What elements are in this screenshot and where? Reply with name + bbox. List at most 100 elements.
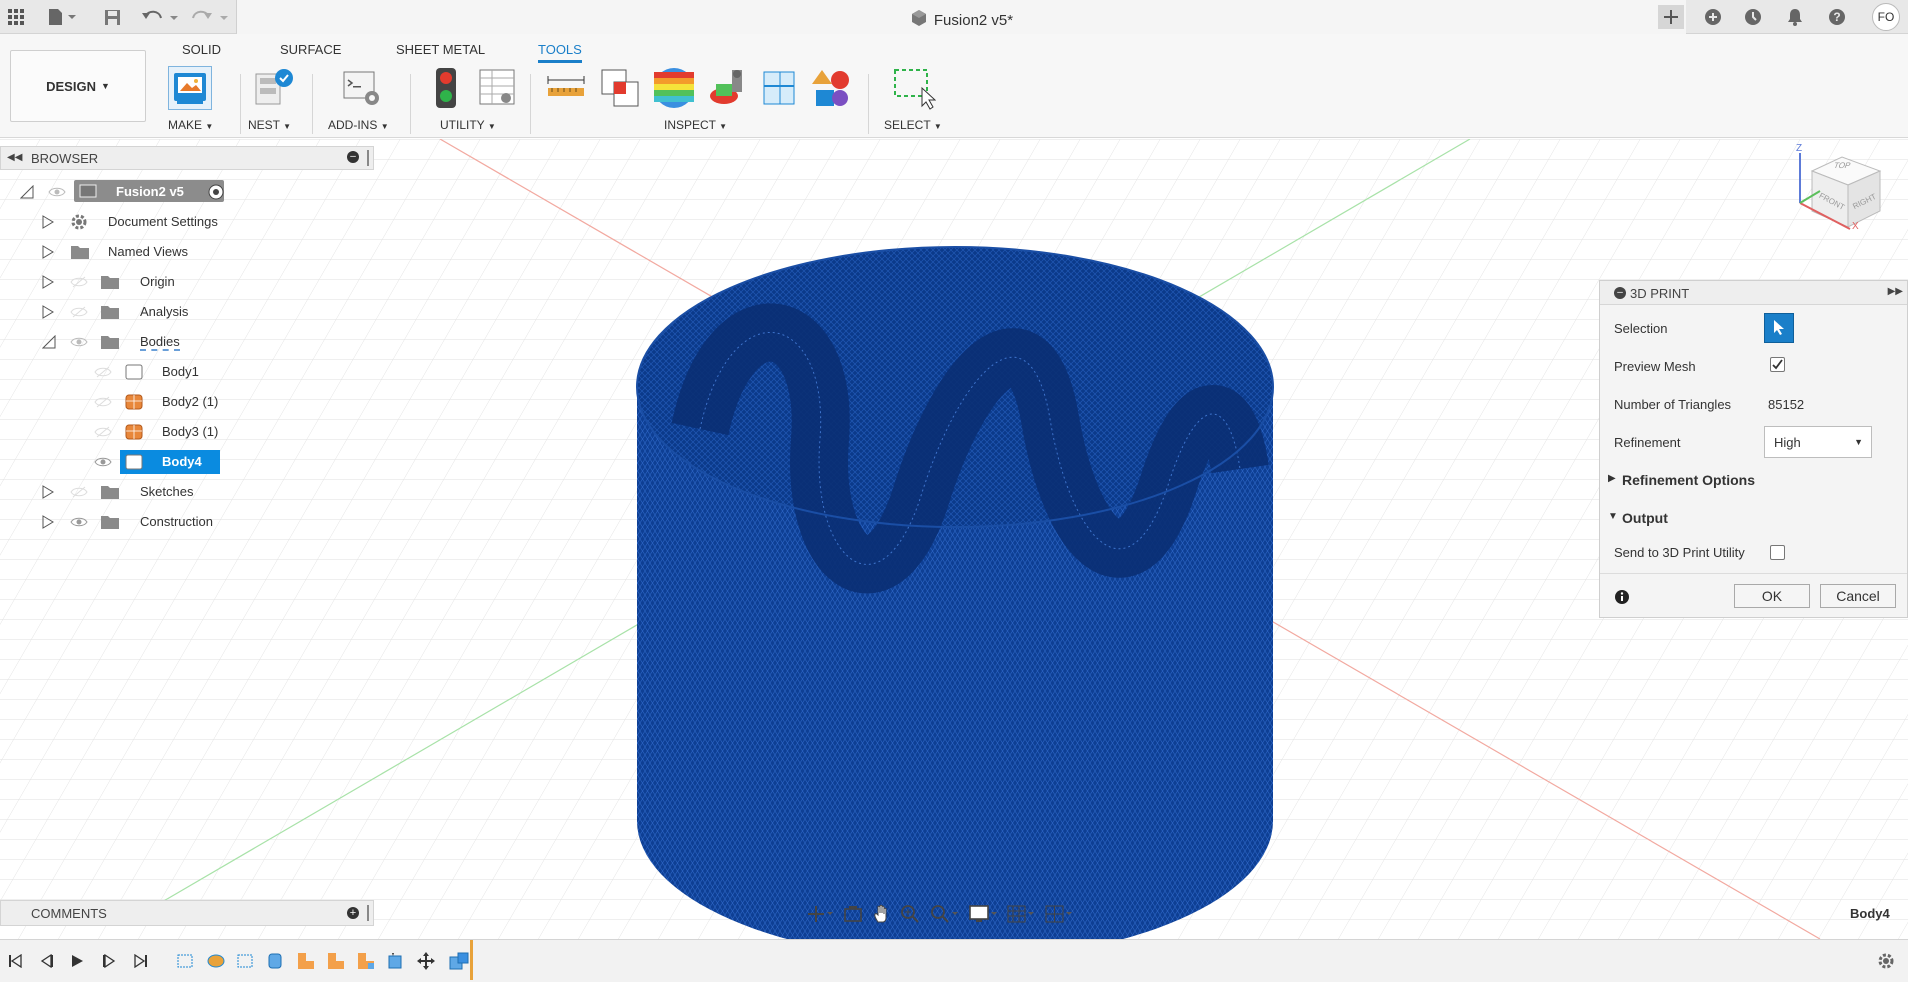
cancel-button[interactable]: Cancel — [1820, 584, 1896, 608]
tab-sheet-metal[interactable]: SHEET METAL — [396, 42, 485, 57]
traffic-light-icon[interactable] — [424, 66, 468, 110]
send-to-utility-checkbox[interactable] — [1770, 545, 1785, 560]
pan-hand-icon[interactable] — [872, 904, 892, 927]
collapsed-triangle-icon[interactable] — [42, 305, 54, 322]
zoom-window-icon[interactable] — [930, 904, 960, 927]
dialog-collapse-icon[interactable]: – — [1614, 287, 1626, 299]
workspace-switcher[interactable]: DESIGN ▼ — [10, 50, 146, 122]
undo-icon[interactable] — [140, 4, 180, 30]
go-to-end-icon[interactable] — [130, 950, 152, 972]
expanded-triangle-icon[interactable] — [19, 184, 34, 202]
expanded-triangle-icon[interactable] — [41, 334, 56, 352]
select-group-label[interactable]: SELECT ▼ — [884, 118, 942, 132]
tab-solid[interactable]: SOLID — [182, 42, 221, 57]
tab-surface[interactable]: SURFACE — [280, 42, 341, 57]
step-back-icon[interactable] — [36, 950, 58, 972]
collapse-browser-icon[interactable]: ◀◀ — [7, 152, 22, 163]
timeline-feature-icon[interactable] — [326, 951, 346, 971]
apps-grid-icon[interactable] — [4, 4, 28, 30]
viewports-icon[interactable] — [1044, 904, 1074, 927]
output-section[interactable]: ▼ Output — [1608, 507, 1898, 529]
grid-settings-icon[interactable] — [1006, 904, 1036, 927]
hidden-eye-icon[interactable] — [70, 486, 88, 501]
visibility-eye-icon[interactable] — [94, 456, 112, 471]
zebra-analysis-icon[interactable] — [652, 66, 696, 110]
ok-button[interactable]: OK — [1734, 584, 1810, 608]
utility-group-label[interactable]: UTILITY ▼ — [440, 118, 496, 132]
browser-header[interactable]: ◀◀ BROWSER – — [0, 146, 374, 170]
nest-tool-icon[interactable] — [252, 66, 296, 110]
hidden-eye-icon[interactable] — [94, 426, 112, 441]
display-settings-icon[interactable] — [968, 904, 998, 927]
help-icon[interactable]: ? — [1824, 5, 1850, 29]
interference-icon[interactable] — [598, 66, 642, 110]
collapsed-triangle-icon[interactable] — [42, 275, 54, 292]
nest-group-label[interactable]: NEST ▼ — [248, 118, 291, 132]
notifications-icon[interactable] — [1782, 5, 1808, 29]
inspect-group-label[interactable]: INSPECT ▼ — [664, 118, 727, 132]
zoom-icon[interactable] — [900, 904, 922, 927]
tree-item-body1[interactable]: Body1 — [90, 360, 240, 384]
collapsed-triangle-icon[interactable] — [42, 485, 54, 502]
refinement-options-section[interactable]: ▶ Refinement Options — [1608, 469, 1898, 491]
step-forward-icon[interactable] — [98, 950, 120, 972]
tree-item-construction[interactable]: Construction — [40, 510, 240, 534]
activate-radio-icon[interactable] — [208, 184, 224, 203]
draft-analysis-icon[interactable] — [706, 66, 750, 110]
section-analysis-icon[interactable] — [758, 66, 802, 110]
hidden-eye-icon[interactable] — [70, 336, 88, 351]
tree-root[interactable]: Fusion2 v5 — [18, 180, 228, 204]
play-icon[interactable] — [66, 950, 88, 972]
comments-pin-icon[interactable] — [367, 905, 369, 921]
hidden-eye-icon[interactable] — [70, 306, 88, 321]
browser-pin-icon[interactable] — [367, 150, 369, 166]
hidden-eye-icon[interactable] — [94, 366, 112, 381]
timeline-sketch-icon[interactable] — [176, 951, 196, 971]
timeline-settings-icon[interactable] — [1876, 951, 1896, 974]
component-color-icon[interactable] — [810, 66, 854, 110]
tree-item-sketches[interactable]: Sketches — [40, 480, 240, 504]
collapsed-triangle-icon[interactable] — [42, 515, 54, 532]
hidden-eye-icon[interactable] — [70, 276, 88, 291]
3d-print-tool-icon[interactable] — [168, 66, 212, 110]
timeline-body-icon[interactable] — [448, 951, 469, 971]
timeline-combine-icon[interactable] — [386, 951, 406, 971]
addins-group-label[interactable]: ADD-INS ▼ — [328, 118, 389, 132]
refinement-select[interactable]: High ▼ — [1764, 426, 1872, 458]
tree-item-analysis[interactable]: Analysis — [40, 300, 240, 324]
preview-mesh-checkbox[interactable] — [1770, 357, 1785, 372]
tree-item-body2[interactable]: Body2 (1) — [90, 390, 240, 414]
collapsed-triangle-icon[interactable] — [42, 245, 54, 262]
scripts-addins-icon[interactable] — [340, 66, 384, 110]
measure-icon[interactable] — [544, 66, 588, 110]
timeline-extrude-icon[interactable] — [266, 951, 286, 971]
add-comment-icon[interactable]: + — [347, 907, 359, 919]
view-cube[interactable]: TOP FRONT RIGHT Z X — [1790, 143, 1890, 247]
visibility-eye-icon[interactable] — [48, 186, 66, 201]
select-window-icon[interactable] — [892, 66, 937, 110]
tree-item-bodies[interactable]: Bodies — [40, 330, 240, 354]
job-status-icon[interactable] — [1740, 5, 1766, 29]
timeline-feature-icon[interactable] — [356, 951, 376, 971]
comments-panel[interactable]: COMMENTS + — [0, 900, 374, 926]
hidden-eye-icon[interactable] — [94, 396, 112, 411]
mesh-body[interactable] — [636, 246, 1274, 939]
timeline-marker[interactable] — [470, 940, 473, 980]
collapsed-triangle-icon[interactable] — [42, 215, 54, 232]
make-group-label[interactable]: MAKE ▼ — [168, 118, 213, 132]
look-at-icon[interactable] — [842, 904, 864, 927]
go-to-start-icon[interactable] — [4, 950, 26, 972]
orbit-icon[interactable] — [806, 904, 834, 927]
dialog-header[interactable]: – 3D PRINT ▶▶ — [1600, 281, 1907, 305]
document-tab[interactable]: Fusion2 v5* ✕ — [236, 0, 1686, 34]
save-icon[interactable] — [100, 4, 124, 30]
extensions-icon[interactable] — [1700, 5, 1726, 29]
redo-icon[interactable] — [190, 4, 230, 30]
tree-item-body3[interactable]: Body3 (1) — [90, 420, 240, 444]
tab-tools[interactable]: TOOLS — [538, 42, 582, 63]
tree-item-body4[interactable]: Body4 — [90, 450, 240, 474]
timeline-sketch-icon[interactable] — [236, 951, 256, 971]
tree-item-origin[interactable]: Origin — [40, 270, 240, 294]
browser-minimize-icon[interactable]: – — [347, 151, 359, 163]
tree-item-named-views[interactable]: Named Views — [40, 240, 240, 264]
